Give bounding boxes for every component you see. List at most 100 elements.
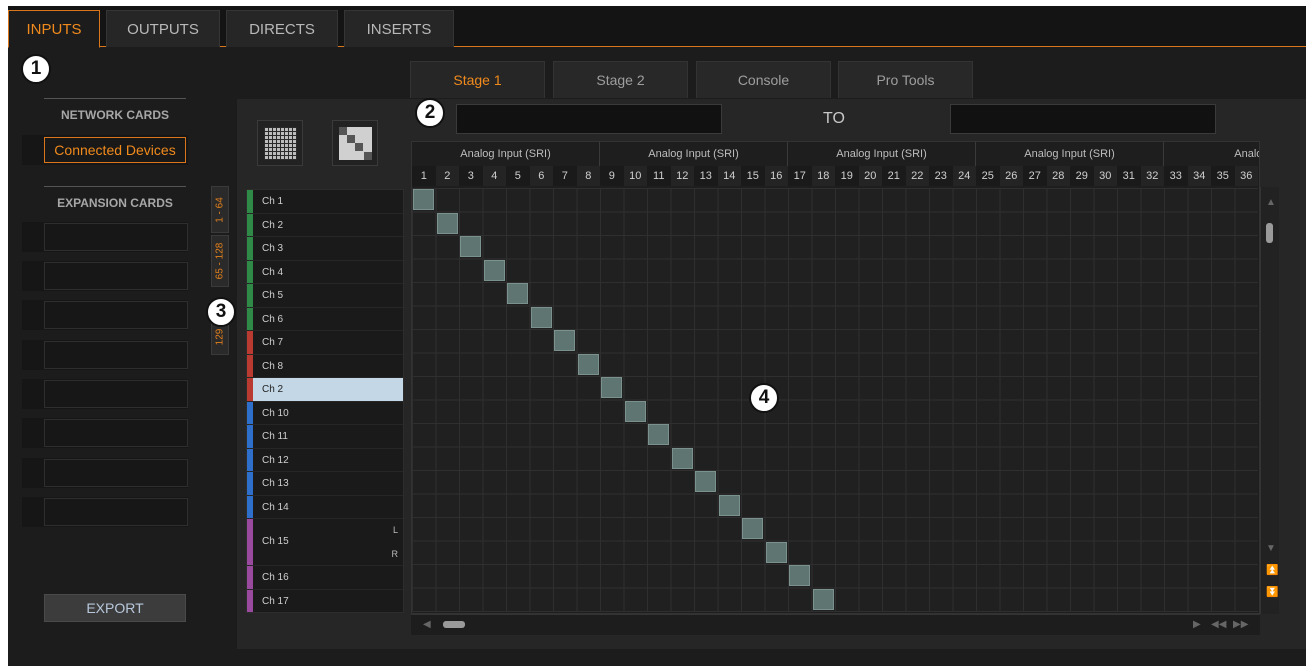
vertical-scroll-thumb[interactable] (1266, 223, 1273, 243)
horizontal-scroll-thumb[interactable] (443, 621, 465, 628)
tab-console[interactable]: Console (696, 61, 831, 98)
routing-node[interactable] (718, 494, 740, 516)
matrix-column-number[interactable]: 35 (1211, 166, 1235, 186)
routing-node[interactable] (742, 518, 763, 539)
routing-node[interactable] (765, 541, 787, 563)
matrix-column-number[interactable]: 34 (1187, 166, 1211, 186)
matrix-column-number[interactable]: 2 (435, 166, 459, 186)
matrix-column-number[interactable]: 3 (459, 166, 483, 186)
channel-row[interactable]: Ch 17 (247, 589, 403, 612)
channel-row[interactable]: Ch 12 (247, 448, 403, 472)
matrix-column-number[interactable]: 6 (529, 166, 553, 186)
scroll-bottom-icon[interactable]: ⏬ (1266, 587, 1278, 598)
tab-inputs[interactable]: INPUTS (8, 10, 100, 48)
routing-node[interactable] (624, 400, 646, 422)
expansion-slot-4[interactable] (22, 340, 188, 370)
matrix-column-number[interactable]: 29 (1070, 166, 1094, 186)
matrix-column-number[interactable]: 21 (882, 166, 906, 186)
matrix-column-number[interactable]: 26 (999, 166, 1023, 186)
scroll-right-icon[interactable]: ▶ (1193, 619, 1201, 630)
matrix-column-number[interactable]: 23 (929, 166, 953, 186)
matrix-column-number[interactable]: 32 (1140, 166, 1164, 186)
routing-node[interactable] (436, 212, 458, 234)
export-button[interactable]: EXPORT (44, 594, 186, 622)
matrix-column-number[interactable]: 25 (976, 166, 1000, 186)
matrix-column-number[interactable]: 28 (1046, 166, 1070, 186)
routing-node[interactable] (648, 424, 669, 445)
channel-row[interactable]: Ch 1 (247, 190, 403, 214)
channel-row[interactable]: Ch 8 (247, 354, 403, 378)
matrix-column-number[interactable]: 13 (694, 166, 718, 186)
diagonal-view-button[interactable] (332, 120, 378, 166)
channel-row[interactable]: Ch 3 (247, 237, 403, 261)
routing-node[interactable] (530, 306, 552, 328)
matrix-column-number[interactable]: 18 (811, 166, 835, 186)
matrix-column-number[interactable]: 24 (952, 166, 976, 186)
routing-node[interactable] (789, 565, 810, 586)
matrix-column-number[interactable]: 9 (600, 166, 624, 186)
expansion-slot-8[interactable] (22, 497, 188, 527)
scroll-last-icon[interactable]: ▶▶ (1233, 619, 1248, 630)
scroll-first-icon[interactable]: ◀◀ (1211, 619, 1226, 630)
channel-row[interactable]: Ch 4 (247, 260, 403, 284)
matrix-column-number[interactable]: 30 (1093, 166, 1117, 186)
tab-inserts[interactable]: INSERTS (344, 10, 454, 47)
matrix-column-number[interactable]: 5 (506, 166, 530, 186)
matrix-column-number[interactable]: 27 (1023, 166, 1047, 186)
matrix-column-number[interactable]: 7 (553, 166, 577, 186)
channel-row[interactable]: Ch 2 (247, 378, 403, 402)
channel-row[interactable]: Ch 11 (247, 425, 403, 449)
matrix-column-number[interactable]: 22 (905, 166, 929, 186)
routing-node[interactable] (601, 377, 622, 398)
routing-node[interactable] (554, 330, 575, 351)
matrix-column-number[interactable]: 36 (1234, 166, 1258, 186)
source-field[interactable] (456, 104, 722, 134)
tab-pro-tools[interactable]: Pro Tools (838, 61, 973, 98)
matrix-column-number[interactable]: 31 (1117, 166, 1141, 186)
tab-stage-1[interactable]: Stage 1 (410, 61, 545, 98)
matrix-grid[interactable] (412, 188, 1258, 612)
tab-stage-2[interactable]: Stage 2 (553, 61, 688, 98)
scroll-top-icon[interactable]: ⏫ (1266, 565, 1278, 576)
matrix-column-number[interactable]: 17 (788, 166, 812, 186)
channel-row[interactable]: Ch 2 (247, 213, 403, 237)
destination-field[interactable] (950, 104, 1216, 134)
matrix-column-number[interactable]: 15 (741, 166, 765, 186)
routing-node[interactable] (695, 471, 716, 492)
vertical-scrollbar[interactable]: ▲ ▼ ⏫ ⏬ (1260, 187, 1279, 614)
channel-row[interactable]: Ch 10 (247, 401, 403, 425)
expansion-slot-6[interactable] (22, 418, 188, 448)
scroll-left-icon[interactable]: ◀ (423, 619, 431, 630)
matrix-column-number[interactable]: 20 (858, 166, 882, 186)
connected-devices-button[interactable]: Connected Devices (44, 137, 186, 163)
grid-view-button[interactable] (257, 120, 303, 166)
routing-node[interactable] (483, 259, 505, 281)
tab-directs[interactable]: DIRECTS (226, 10, 338, 47)
expansion-slot-5[interactable] (22, 379, 188, 409)
matrix-column-number[interactable]: 4 (482, 166, 506, 186)
channel-row[interactable]: Ch 13 (247, 472, 403, 496)
expansion-slot-3[interactable] (22, 300, 188, 330)
channel-row[interactable]: Ch 15 L R (247, 519, 403, 566)
matrix-column-number[interactable]: 11 (647, 166, 671, 186)
tab-outputs[interactable]: OUTPUTS (106, 10, 220, 47)
matrix-column-number[interactable]: 19 (835, 166, 859, 186)
routing-node[interactable] (671, 447, 693, 469)
routing-node[interactable] (413, 189, 434, 210)
channel-row[interactable]: Ch 16 (247, 566, 403, 590)
expansion-slot-7[interactable] (22, 458, 188, 488)
routing-node[interactable] (812, 588, 834, 610)
scroll-down-icon[interactable]: ▼ (1266, 543, 1276, 554)
routing-node[interactable] (460, 236, 481, 257)
routing-node[interactable] (577, 353, 599, 375)
expansion-slot-2[interactable] (22, 261, 188, 291)
routing-node[interactable] (507, 283, 528, 304)
range-tab-1-64[interactable]: 1 - 64 (211, 186, 229, 233)
matrix-column-number[interactable]: 12 (670, 166, 694, 186)
expansion-slot-1[interactable] (22, 222, 188, 252)
matrix-column-number[interactable]: 10 (623, 166, 647, 186)
matrix-column-number[interactable]: 8 (576, 166, 600, 186)
horizontal-scrollbar[interactable]: ◀ ▶ ◀◀ ▶▶ (411, 614, 1260, 635)
range-tab-65-128[interactable]: 65 - 128 (211, 235, 229, 287)
matrix-column-number[interactable]: 1 (412, 166, 436, 186)
